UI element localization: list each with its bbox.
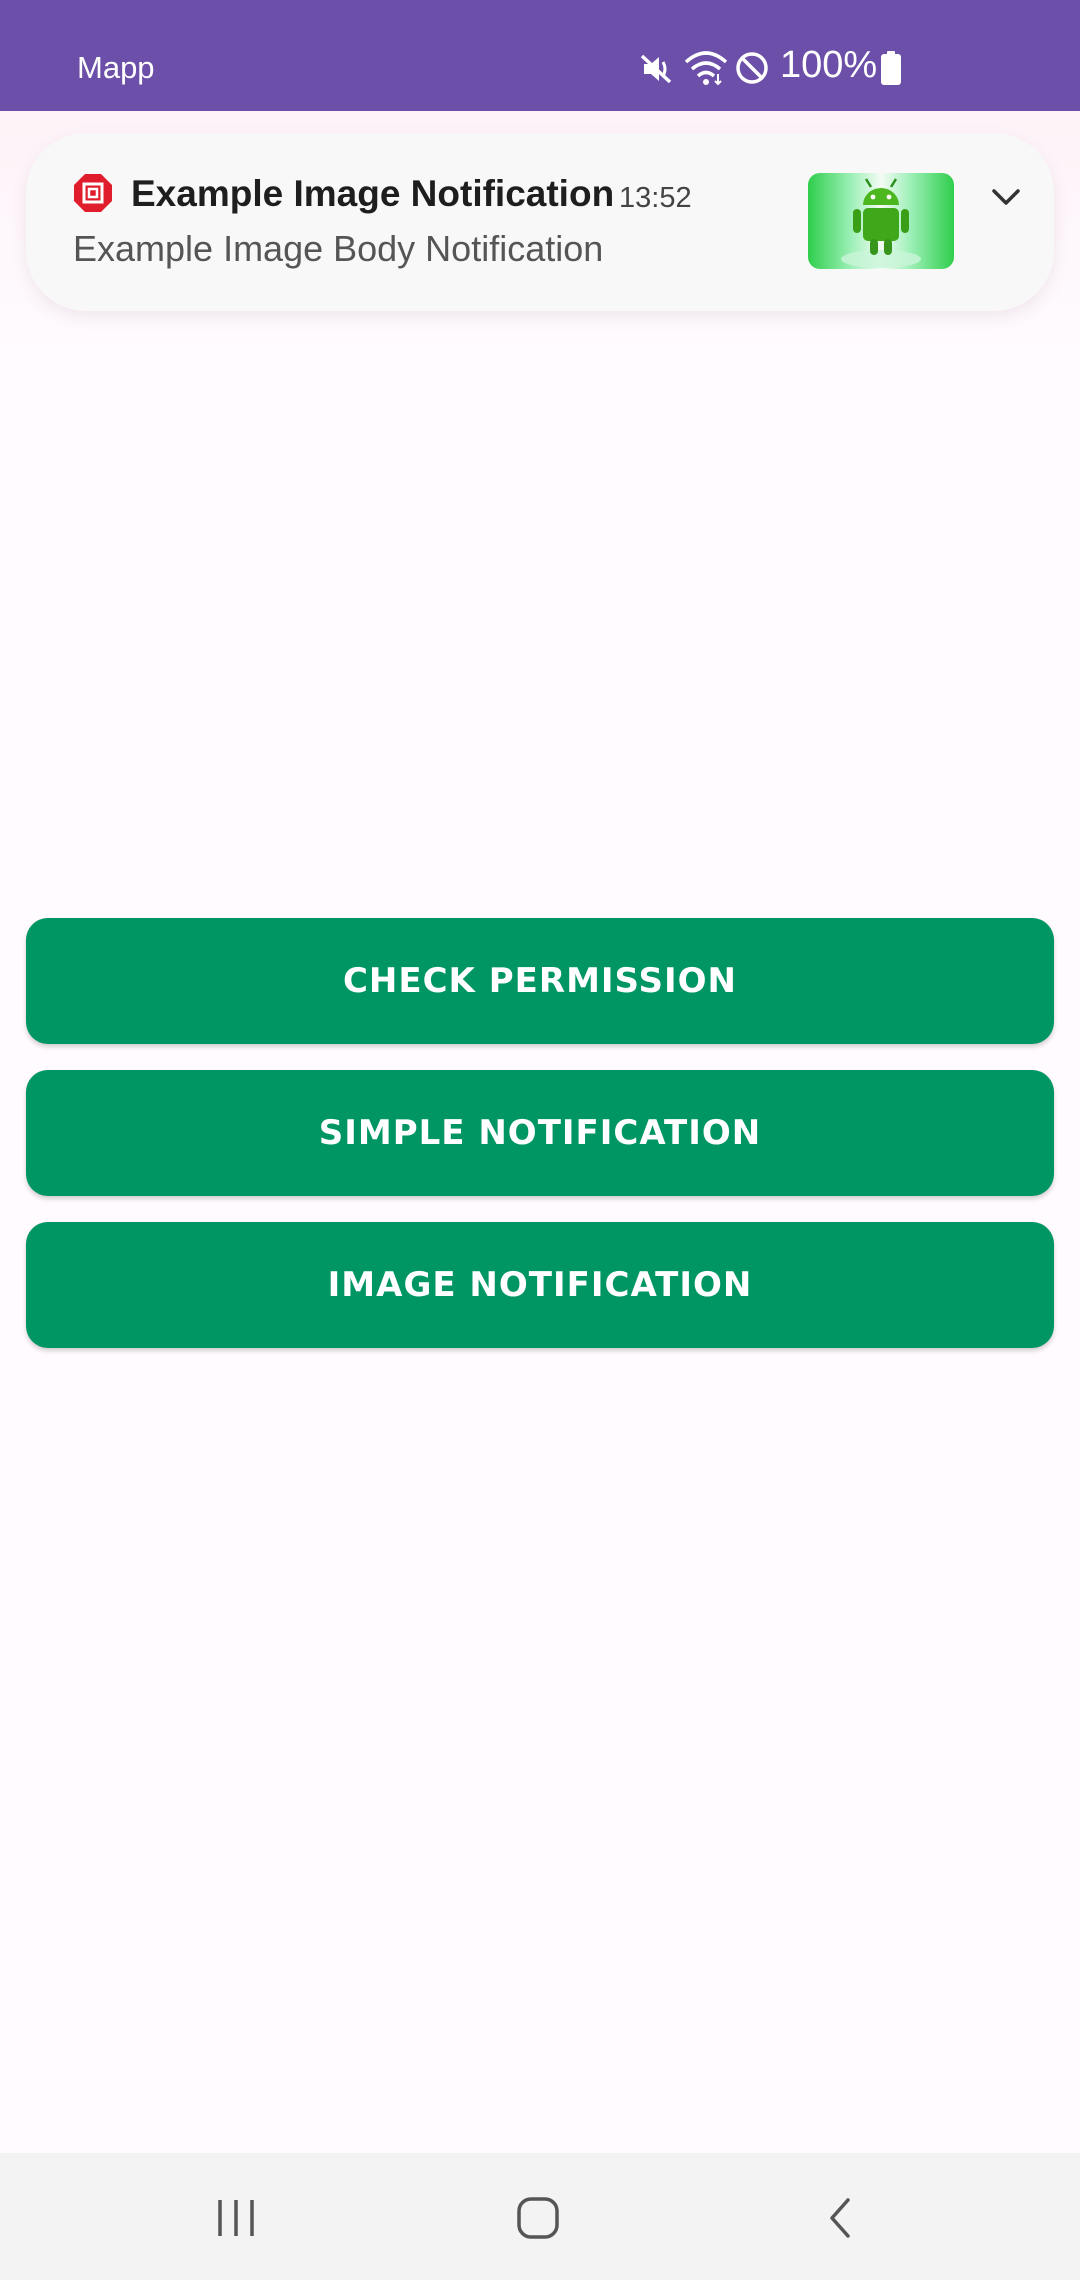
back-button[interactable] [800,2183,880,2253]
back-icon [830,2198,850,2238]
android-robot-icon [841,178,921,268]
mute-icon [640,54,672,84]
notification-image [808,173,954,269]
wifi-icon [684,51,728,86]
navigation-bar [0,2153,1080,2280]
notification-card[interactable]: Example Image Notification 13:52 Example… [26,133,1054,311]
mapp-app-icon [74,174,112,212]
chevron-down-icon[interactable] [986,177,1026,217]
battery-icon [881,51,901,85]
home-icon [517,2197,559,2239]
recents-icon [218,2200,254,2236]
status-bar: Mapp 100% [0,0,1080,111]
status-app-name: Mapp [77,50,155,85]
notification-body: Example Image Body Notification [73,228,604,269]
simple-notification-button[interactable]: SIMPLE NOTIFICATION [26,1070,1054,1196]
battery-percent: 100% [780,44,878,86]
notification-title: Example Image Notification [131,173,615,214]
notification-time: 13:52 [619,182,692,214]
do-not-disturb-icon [736,52,768,84]
recents-button[interactable] [196,2183,276,2253]
home-button[interactable] [498,2183,578,2253]
check-permission-button[interactable]: CHECK PERMISSION [26,918,1054,1044]
image-notification-button[interactable]: IMAGE NOTIFICATION [26,1222,1054,1348]
